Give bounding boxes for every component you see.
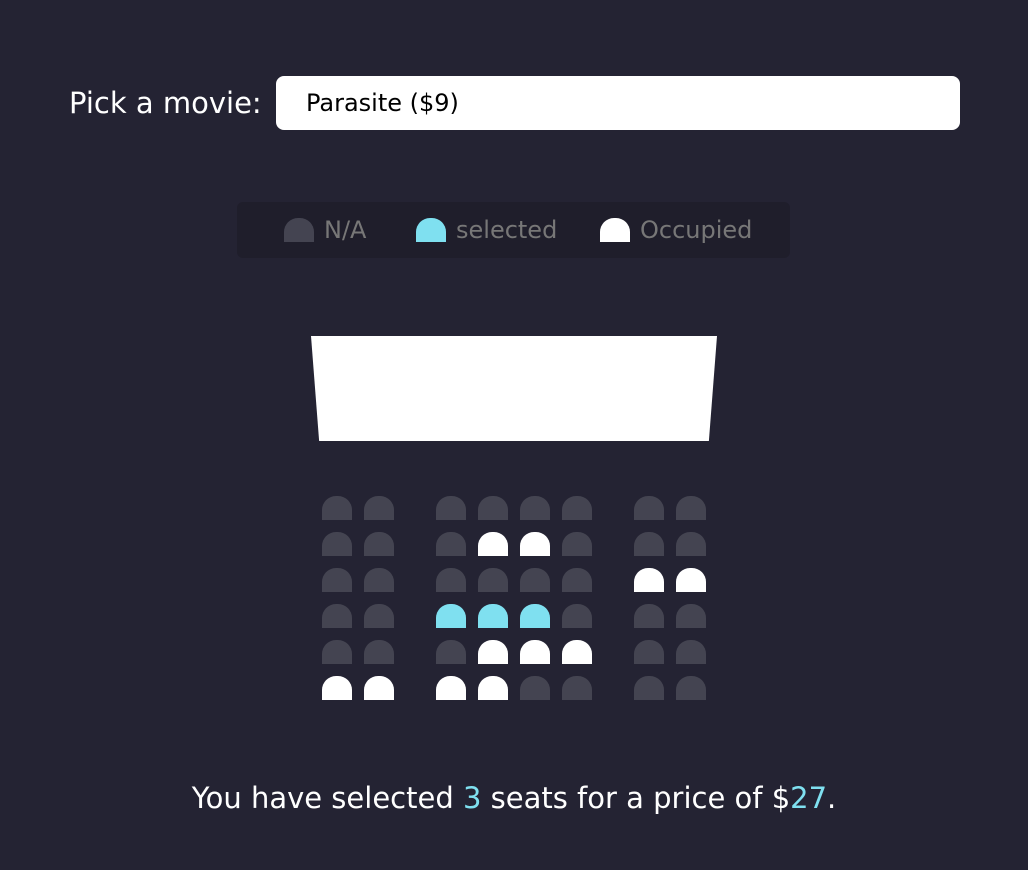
summary-middle: seats for a price of $ xyxy=(481,781,791,815)
total-price: 27 xyxy=(790,781,828,815)
seat-na[interactable] xyxy=(436,640,466,664)
seat-occupied xyxy=(478,532,508,556)
legend-label-occupied: Occupied xyxy=(640,216,753,244)
seat-na[interactable] xyxy=(676,676,706,700)
seat-na[interactable] xyxy=(676,532,706,556)
seat-na[interactable] xyxy=(478,568,508,592)
legend-label-selected: selected xyxy=(456,216,558,244)
seat-occupied xyxy=(634,568,664,592)
na-seat-icon xyxy=(284,218,314,242)
occupied-seat-icon xyxy=(600,218,630,242)
seat-na[interactable] xyxy=(436,496,466,520)
seat-na[interactable] xyxy=(478,496,508,520)
seat-na[interactable] xyxy=(520,568,550,592)
seat-na[interactable] xyxy=(562,676,592,700)
selection-summary: You have selected 3 seats for a price of… xyxy=(0,778,1028,818)
seat-selected[interactable] xyxy=(436,604,466,628)
seat-na[interactable] xyxy=(322,496,352,520)
seat-occupied xyxy=(520,640,550,664)
seat-occupied xyxy=(478,676,508,700)
movie-select[interactable]: Parasite ($9) xyxy=(276,76,960,130)
legend-label-na: N/A xyxy=(324,216,367,244)
seat-na[interactable] xyxy=(634,496,664,520)
summary-suffix: . xyxy=(827,781,837,815)
seat-na[interactable] xyxy=(676,496,706,520)
seat-occupied xyxy=(364,676,394,700)
seat-na[interactable] xyxy=(634,640,664,664)
seat-na[interactable] xyxy=(364,532,394,556)
summary-prefix: You have selected xyxy=(191,781,463,815)
seat-na[interactable] xyxy=(562,532,592,556)
seat-na[interactable] xyxy=(364,640,394,664)
seat-na[interactable] xyxy=(520,676,550,700)
seat-na[interactable] xyxy=(436,568,466,592)
selected-seat-count: 3 xyxy=(462,781,482,815)
seat-na[interactable] xyxy=(364,496,394,520)
movie-picker-row: Pick a movie: Parasite ($9) xyxy=(0,76,1028,130)
seat-na[interactable] xyxy=(322,568,352,592)
seat-na[interactable] xyxy=(322,640,352,664)
seat-na[interactable] xyxy=(634,604,664,628)
seat-na[interactable] xyxy=(676,604,706,628)
seat-na[interactable] xyxy=(364,568,394,592)
seat-na[interactable] xyxy=(562,496,592,520)
seat-na[interactable] xyxy=(322,532,352,556)
seat-legend: N/A selected Occupied xyxy=(237,202,790,258)
movie-label: Pick a movie: xyxy=(69,86,262,120)
seat-occupied xyxy=(676,568,706,592)
seat-na[interactable] xyxy=(676,640,706,664)
seat-na[interactable] xyxy=(634,532,664,556)
seat-occupied xyxy=(478,640,508,664)
seat-occupied xyxy=(322,676,352,700)
seat-na[interactable] xyxy=(520,496,550,520)
seat-occupied xyxy=(562,640,592,664)
seat-na[interactable] xyxy=(436,532,466,556)
seat-na[interactable] xyxy=(364,604,394,628)
seat-selected[interactable] xyxy=(520,604,550,628)
seat-na[interactable] xyxy=(562,568,592,592)
seat-selected[interactable] xyxy=(478,604,508,628)
seat-na[interactable] xyxy=(322,604,352,628)
movie-screen xyxy=(311,336,717,441)
seat-na[interactable] xyxy=(634,676,664,700)
seat-na[interactable] xyxy=(562,604,592,628)
selected-seat-icon xyxy=(416,218,446,242)
seat-occupied xyxy=(436,676,466,700)
seat-occupied xyxy=(520,532,550,556)
